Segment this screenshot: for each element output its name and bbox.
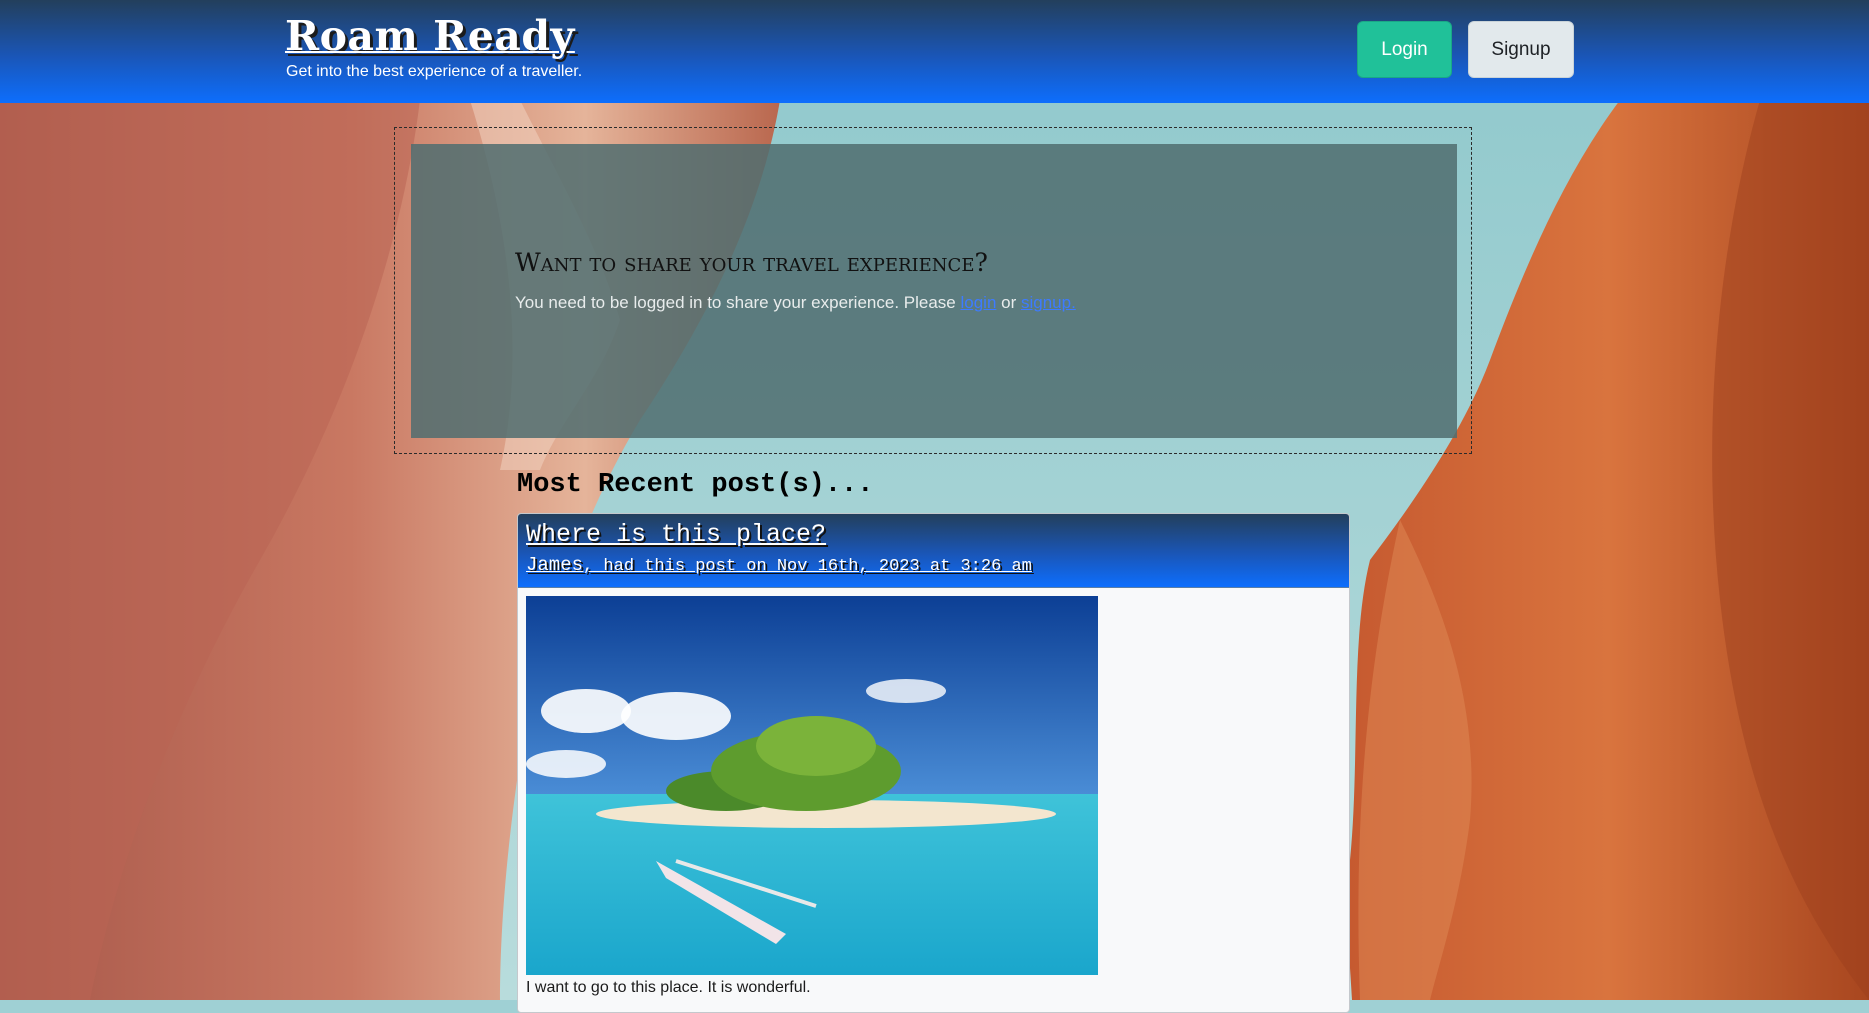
site-title-link[interactable]: Roam Ready xyxy=(285,12,575,60)
login-link[interactable]: login xyxy=(960,293,996,312)
post-card: Where is this place? James, had this pos… xyxy=(517,513,1350,1013)
post-date-text: , had this post on Nov 16th, 2023 at 3:2… xyxy=(583,557,1032,576)
recent-posts-heading: Most Recent post(s)... xyxy=(517,470,874,500)
share-prompt-panel: Want to share your travel experience? Yo… xyxy=(411,144,1457,438)
post-body-text: I want to go to this place. It is wonder… xyxy=(526,979,811,996)
login-button[interactable]: Login xyxy=(1357,21,1452,78)
share-prompt-or: or xyxy=(996,293,1021,312)
signup-link[interactable]: signup. xyxy=(1021,293,1076,312)
post-meta-link[interactable]: James, had this post on Nov 16th, 2023 a… xyxy=(526,554,1032,576)
post-title-link[interactable]: Where is this place? xyxy=(526,520,826,549)
post-card-header: Where is this place? James, had this pos… xyxy=(518,514,1349,588)
share-prompt-message: You need to be logged in to share your e… xyxy=(515,293,961,312)
post-image xyxy=(526,596,1098,975)
signup-button[interactable]: Signup xyxy=(1468,21,1574,78)
site-tagline: Get into the best experience of a travel… xyxy=(286,63,583,80)
share-prompt-heading: Want to share your travel experience? xyxy=(515,248,988,277)
site-header: Roam Ready Get into the best experience … xyxy=(0,0,1869,103)
share-prompt-text: You need to be logged in to share your e… xyxy=(515,293,1076,313)
post-author: James xyxy=(526,554,584,576)
